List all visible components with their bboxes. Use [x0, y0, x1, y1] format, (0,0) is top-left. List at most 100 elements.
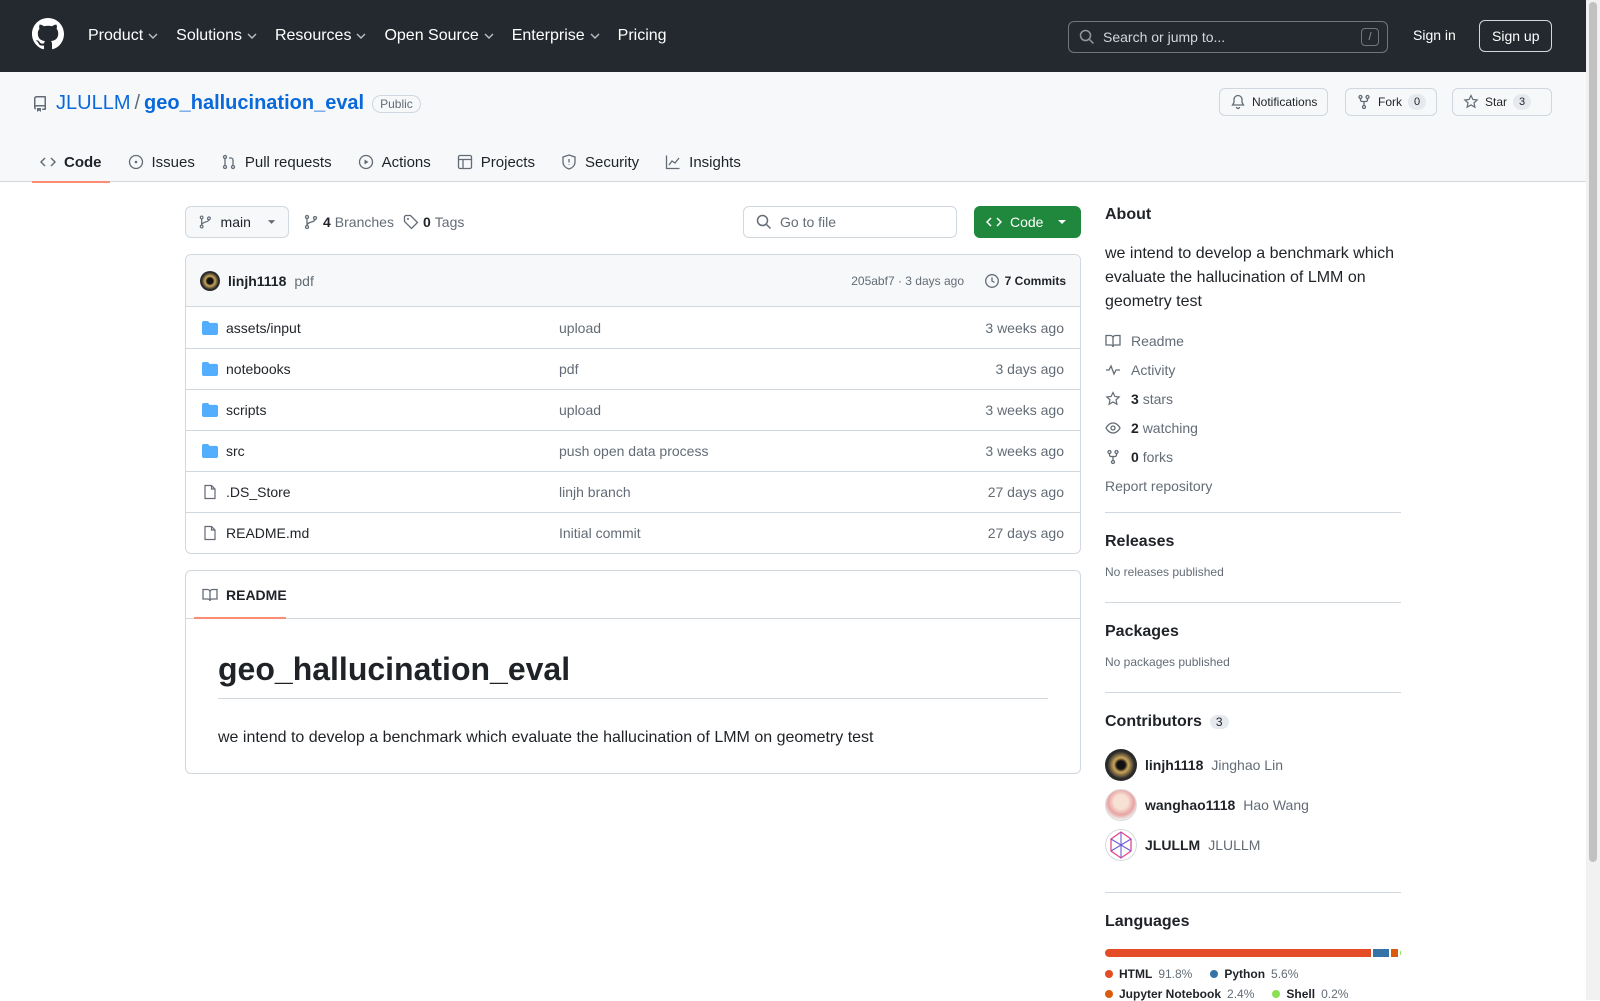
nav-pricing[interactable]: Pricing	[618, 24, 667, 48]
search-input[interactable]: Search or jump to... /	[1068, 21, 1388, 53]
file-commit-message[interactable]: Initial commit	[559, 525, 641, 541]
go-to-file-placeholder: Go to file	[780, 214, 837, 230]
repo-owner-link[interactable]: JLULLM	[56, 92, 130, 115]
tab-label: Actions	[381, 153, 431, 171]
nav-open-source[interactable]: Open Source	[384, 24, 494, 48]
contributors-heading[interactable]: Contributors	[1105, 713, 1202, 731]
sign-up-button[interactable]: Sign up	[1479, 20, 1553, 52]
activity-link-label: Activity	[1131, 361, 1176, 378]
file-commit-message[interactable]: pdf	[559, 361, 578, 377]
repo-name-link[interactable]: geo_hallucination_eval	[144, 92, 364, 115]
releases-heading[interactable]: Releases	[1105, 533, 1401, 551]
tab-actions[interactable]: Actions	[350, 142, 439, 182]
breadcrumb-separator: /	[134, 92, 141, 114]
file-name-link[interactable]: src	[226, 443, 245, 459]
tab-label: Projects	[480, 153, 535, 171]
issue-icon	[128, 154, 143, 170]
contributor-name: Hao Wang	[1243, 797, 1309, 813]
watching-link[interactable]: 2 watching	[1105, 413, 1401, 442]
branch-selector[interactable]: main	[185, 206, 289, 238]
search-icon	[1079, 29, 1095, 45]
activity-link[interactable]: Activity	[1105, 355, 1401, 384]
packages-heading[interactable]: Packages	[1105, 623, 1401, 641]
sign-in-link[interactable]: Sign in	[1413, 27, 1456, 43]
github-logo-icon[interactable]	[32, 18, 64, 50]
report-repository-link[interactable]: Report repository	[1105, 471, 1401, 500]
tab-code[interactable]: Code	[32, 142, 110, 183]
star-button[interactable]: Star 3	[1452, 88, 1552, 116]
language-percent: 91.8%	[1158, 967, 1193, 981]
graph-icon	[666, 155, 680, 170]
file-commit-message[interactable]: push open data process	[559, 443, 708, 459]
contributor-item[interactable]: linjh1118 Jinghao Lin	[1105, 745, 1401, 785]
commit-message-link[interactable]: pdf	[294, 273, 313, 289]
chevron-down-icon	[484, 33, 494, 39]
avatar[interactable]	[200, 270, 220, 291]
search-shortcut-key: /	[1361, 28, 1379, 46]
language-bar-segment	[1372, 949, 1389, 957]
file-row[interactable]: notebooks pdf 3 days ago	[186, 348, 1080, 389]
readme-link[interactable]: Readme	[1105, 326, 1401, 355]
language-bar-segment	[1390, 949, 1398, 957]
file-row[interactable]: assets/input upload 3 weeks ago	[186, 307, 1080, 348]
avatar	[1105, 749, 1137, 781]
file-name-link[interactable]: notebooks	[226, 361, 291, 377]
nav-enterprise[interactable]: Enterprise	[512, 24, 600, 48]
fork-icon	[1107, 449, 1119, 464]
language-item[interactable]: Shell 0.2%	[1272, 987, 1348, 1001]
file-row[interactable]: .DS_Store linjh branch 27 days ago	[186, 471, 1080, 512]
nav-solutions[interactable]: Solutions	[176, 24, 257, 48]
contributors-section: Contributors 3 linjh1118 Jinghao Lin wan…	[1105, 692, 1401, 892]
language-item[interactable]: Jupyter Notebook 2.4%	[1105, 987, 1254, 1001]
stars-link[interactable]: 3 stars	[1105, 384, 1401, 413]
language-item[interactable]: HTML 91.8%	[1105, 967, 1192, 981]
file-commit-message[interactable]: linjh branch	[559, 484, 631, 500]
file-row[interactable]: README.md Initial commit 27 days ago	[186, 512, 1080, 553]
readme-tab[interactable]: README	[186, 571, 1080, 619]
tab-security[interactable]: Security	[553, 142, 647, 182]
notifications-button[interactable]: Notifications	[1219, 88, 1329, 116]
file-commit-message[interactable]: upload	[559, 320, 601, 336]
file-name-link[interactable]: assets/input	[226, 320, 301, 336]
stars-label: stars	[1142, 390, 1174, 407]
star-label: Star	[1485, 95, 1508, 109]
language-percent: 0.2%	[1321, 987, 1349, 1001]
file-name-link[interactable]: README.md	[226, 525, 309, 541]
commits-link[interactable]: 7 Commits	[984, 273, 1066, 289]
file-name-link[interactable]: .DS_Store	[226, 484, 291, 500]
file-name-link[interactable]: scripts	[226, 402, 266, 418]
chevron-down-icon	[148, 33, 158, 39]
folder-icon	[202, 444, 218, 458]
fork-button[interactable]: Fork 0	[1345, 88, 1438, 116]
tab-projects[interactable]: Projects	[449, 142, 543, 182]
commit-hash-time[interactable]: 205abf7 · 3 days ago	[851, 274, 964, 288]
file-row[interactable]: src push open data process 3 weeks ago	[186, 430, 1080, 471]
code-dropdown-button[interactable]: Code	[974, 206, 1081, 238]
tags-link[interactable]: 0 Tags	[403, 214, 464, 230]
contributor-item[interactable]: JLULLM JLULLM	[1105, 825, 1401, 865]
repo-header: JLULLM / geo_hallucination_eval Public N…	[0, 72, 1586, 183]
contributor-login: linjh1118	[1145, 757, 1204, 773]
packages-text: No packages published	[1105, 655, 1230, 669]
contributor-item[interactable]: wanghao1118 Hao Wang	[1105, 785, 1401, 825]
tab-issues[interactable]: Issues	[120, 142, 203, 182]
nav-product[interactable]: Product	[88, 24, 158, 48]
chevron-down-icon	[247, 33, 257, 39]
file-row[interactable]: scripts upload 3 weeks ago	[186, 389, 1080, 430]
page-scrollbar[interactable]	[1586, 0, 1600, 1000]
scrollbar-thumb[interactable]	[1589, 2, 1597, 862]
language-dot	[1210, 970, 1219, 978]
commit-author-link[interactable]: linjh1118	[228, 273, 286, 289]
forks-link[interactable]: 0 forks	[1105, 442, 1401, 471]
nav-resources[interactable]: Resources	[275, 24, 366, 48]
report-label: Report repository	[1105, 477, 1213, 494]
stars-count: 3	[1131, 390, 1139, 407]
tab-pull-requests[interactable]: Pull requests	[213, 142, 340, 182]
caret-down-icon	[1058, 220, 1067, 224]
go-to-file-input[interactable]: Go to file	[743, 206, 957, 238]
tab-insights[interactable]: Insights	[657, 142, 749, 182]
language-item[interactable]: Python 5.6%	[1210, 967, 1298, 981]
file-commit-message[interactable]: upload	[559, 402, 601, 418]
chevron-down-icon	[590, 33, 600, 39]
branches-link[interactable]: 4 Branches	[303, 214, 394, 230]
